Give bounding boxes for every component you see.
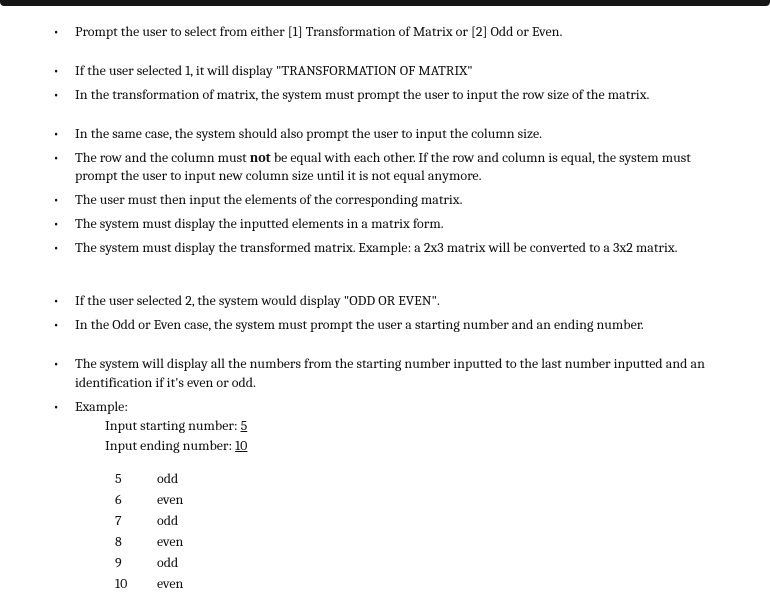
list-item: Example: Input starting number: 5 Input … [45,398,730,456]
table-row: 9 odd [115,552,730,573]
bullet-text: The user must then input the elements of… [75,191,462,208]
list-item: In the transformation of matrix, the sys… [45,86,730,105]
bullet-text: In the transformation of matrix, the sys… [75,86,649,103]
table-parity: odd [157,552,217,573]
table-number: 7 [115,510,157,531]
document-page: Prompt the user to select from either [1… [0,0,770,614]
table-parity: even [157,573,217,594]
specification-list: Prompt the user to select from either [1… [45,23,730,456]
bullet-text: In the same case, the system should also… [75,125,542,142]
bullet-text: The system must display the inputted ele… [75,215,444,232]
list-item: The user must then input the elements of… [45,191,730,210]
bullet-text: Prompt the user to select from either [1… [75,23,562,40]
list-item: In the Odd or Even case, the system must… [45,316,730,335]
bullet-text: The system must display the transformed … [75,239,678,256]
odd-even-table: 5 odd 6 even 7 odd 8 even 9 odd 10 even [45,468,730,594]
list-item: Prompt the user to select from either [1… [45,23,730,42]
list-item: The system must display the transformed … [45,239,730,258]
example-input-line: Input ending number: 10 [105,436,730,456]
list-item: If the user selected 2, the system would… [45,292,730,311]
bullet-text: Example: [75,398,128,415]
table-row: 8 even [115,531,730,552]
table-number: 8 [115,531,157,552]
list-item: In the same case, the system should also… [45,125,730,144]
input-value: 10 [235,437,247,454]
list-item: The system must display the inputted ele… [45,215,730,234]
bullet-text: If the user selected 2, the system would… [75,292,440,309]
list-item: If the user selected 1, it will display … [45,62,730,81]
list-item: The system will display all the numbers … [45,355,730,393]
input-value: 5 [241,417,248,434]
input-label: Input starting number: [105,417,241,434]
example-input-line: Input starting number: 5 [105,416,730,436]
bullet-text: The system will display all the numbers … [75,355,705,391]
bullet-text: If the user selected 1, it will display … [75,62,473,79]
table-parity: even [157,489,217,510]
table-parity: even [157,531,217,552]
table-number: 5 [115,468,157,489]
table-parity: odd [157,468,217,489]
table-row: 7 odd [115,510,730,531]
list-item: The row and the column must not be equal… [45,149,730,187]
table-number: 9 [115,552,157,573]
window-top-bar [0,0,770,6]
table-row: 10 even [115,573,730,594]
table-parity: odd [157,510,217,531]
bullet-text: In the Odd or Even case, the system must… [75,316,644,333]
table-number: 10 [115,573,157,594]
bullet-text-bold: not [250,149,271,166]
bullet-text-part: The row and the column must [75,149,250,166]
input-label: Input ending number: [105,437,235,454]
table-number: 6 [115,489,157,510]
table-row: 6 even [115,489,730,510]
table-row: 5 odd [115,468,730,489]
